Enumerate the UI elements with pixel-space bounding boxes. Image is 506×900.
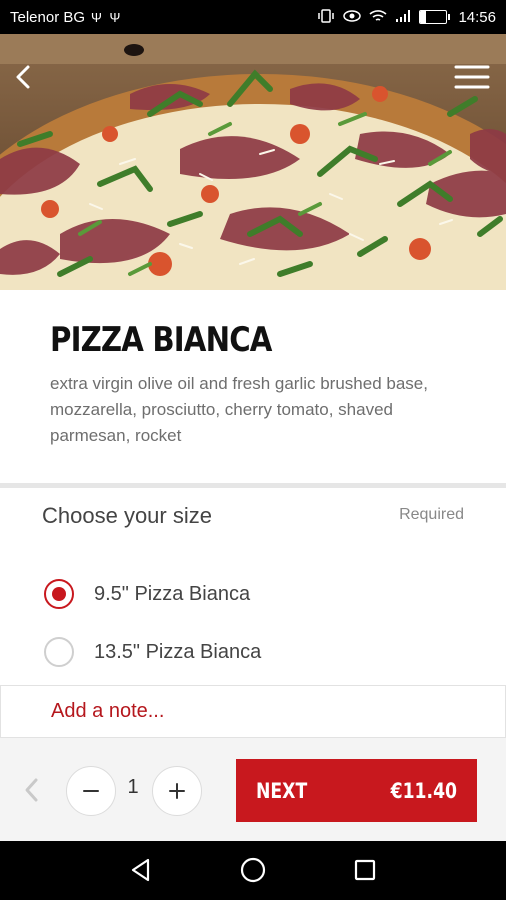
size-option-label: 9.5" Pizza Bianca bbox=[94, 582, 251, 605]
system-navigation-bar bbox=[0, 841, 506, 900]
quantity-value: 1 bbox=[127, 776, 139, 798]
radio-unselected-icon[interactable] bbox=[44, 637, 74, 667]
section-divider bbox=[0, 483, 506, 488]
battery-level: 22 bbox=[427, 11, 440, 23]
usb-icon: Ψ Ψ bbox=[91, 9, 123, 25]
size-option-label: 13.5" Pizza Bianca bbox=[94, 640, 262, 663]
nav-back-button[interactable] bbox=[126, 855, 156, 885]
back-button[interactable] bbox=[10, 60, 38, 94]
minus-icon bbox=[83, 790, 99, 792]
next-label: NEXT bbox=[256, 778, 308, 803]
size-option-large[interactable]: 13.5" Pizza Bianca bbox=[44, 632, 261, 672]
status-bar: Telenor BG Ψ Ψ 22 14:56 bbox=[0, 0, 506, 34]
vibrate-icon bbox=[317, 8, 335, 26]
chevron-left-icon bbox=[25, 778, 38, 802]
required-label: Required bbox=[399, 506, 464, 523]
clock: 14:56 bbox=[458, 8, 496, 26]
previous-button[interactable] bbox=[22, 776, 42, 804]
next-button[interactable]: NEXT €11.40 bbox=[236, 759, 477, 822]
triangle-back-icon bbox=[131, 858, 150, 882]
nav-home-button[interactable] bbox=[238, 855, 268, 885]
total-price: €11.40 bbox=[390, 778, 457, 803]
product-info: PIZZA BIANCA extra virgin olive oil and … bbox=[0, 290, 506, 483]
battery-icon: 22 bbox=[419, 10, 451, 24]
pizza-photo bbox=[0, 34, 506, 290]
nav-recents-button[interactable] bbox=[350, 855, 380, 885]
hamburger-menu-icon bbox=[454, 65, 490, 89]
circle-home-icon bbox=[240, 857, 266, 883]
eye-icon bbox=[343, 9, 362, 25]
chevron-left-icon bbox=[16, 65, 30, 89]
size-option-small[interactable]: 9.5" Pizza Bianca bbox=[44, 574, 250, 614]
radio-selected-icon[interactable] bbox=[44, 579, 74, 609]
add-note-field[interactable]: Add a note... bbox=[0, 685, 506, 738]
increase-quantity-button[interactable] bbox=[152, 766, 202, 816]
plus-icon bbox=[169, 783, 185, 799]
wifi-icon bbox=[369, 9, 387, 26]
size-section-heading: Choose your size bbox=[42, 503, 212, 528]
product-description: extra virgin olive oil and fresh garlic … bbox=[50, 374, 428, 445]
menu-button[interactable] bbox=[454, 64, 490, 90]
square-recents-icon bbox=[354, 859, 376, 881]
order-bar: 1 NEXT €11.40 bbox=[0, 738, 506, 841]
product-title: PIZZA BIANCA bbox=[50, 320, 272, 360]
signal-icon bbox=[395, 9, 411, 26]
decrease-quantity-button[interactable] bbox=[66, 766, 116, 816]
carrier-name: Telenor BG bbox=[10, 8, 86, 26]
product-image bbox=[0, 34, 506, 290]
